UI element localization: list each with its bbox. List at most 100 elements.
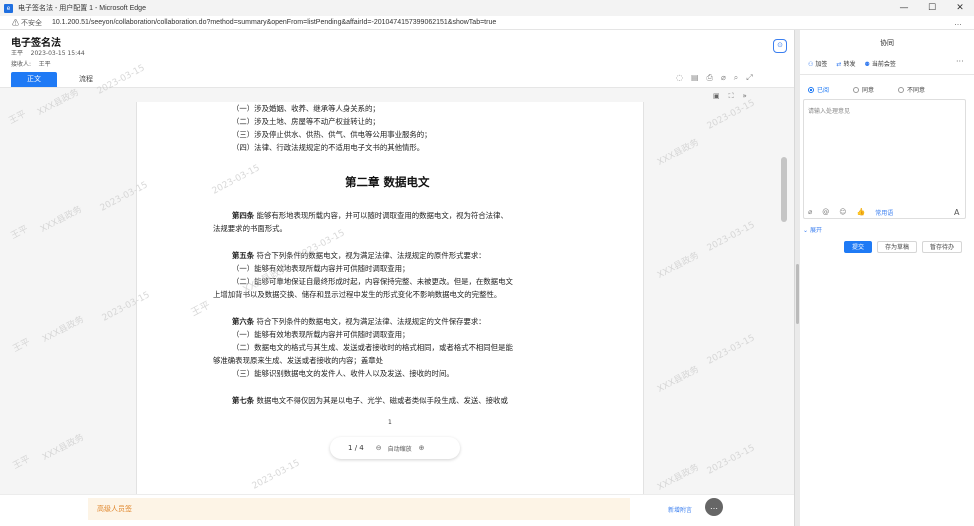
doc-line: （三）涉及停止供水、供热、供气、供电等公用事业服务的；	[232, 130, 432, 139]
countersign-button[interactable]: ⚉ 当前会签	[864, 59, 895, 68]
window-title: 电子签名法 - 用户配置 1 - Microsoft Edge	[18, 5, 146, 12]
article-head: 第七条	[232, 396, 255, 405]
action-buttons: 提交 存为草稿 暂存待办	[844, 241, 963, 253]
panel-toolbar: ⚇ 加签 ⇄ 转发 ⚉ 当前会签	[808, 59, 896, 68]
emoji-icon[interactable]: ☺	[839, 208, 846, 217]
doc-line: 法规要求的书面形式。	[213, 224, 287, 233]
file-icon[interactable]: ▤	[691, 73, 699, 83]
zoom-level[interactable]: 自动缩放	[388, 444, 412, 453]
doc-line: 能够有形地表现所载内容，并可以随时调取查用的数据电文，视为符合法律、	[256, 211, 508, 220]
chapter-heading: 第二章 数据电文	[345, 175, 430, 189]
print-icon[interactable]: ⎙	[707, 73, 713, 83]
article-head: 第六条	[232, 317, 255, 326]
not-secure-indicator[interactable]: ⚠ 不安全	[12, 18, 42, 28]
radio-read[interactable]: 已阅	[808, 85, 829, 94]
document-toolbar: ◌ ▤ ⎙ ⌀ ⌕ ⤢	[676, 73, 753, 83]
radio-dot	[898, 86, 905, 93]
forward-button[interactable]: ⇄ 转发	[836, 59, 855, 68]
hold-pending-button[interactable]: 暂存待办	[922, 241, 963, 253]
maximize-button[interactable]: ☐	[918, 0, 946, 16]
page-number: 1	[388, 419, 392, 426]
radio-dot	[853, 86, 860, 93]
panel-divider	[800, 74, 974, 75]
radio-dot	[808, 86, 814, 93]
save-draft-button[interactable]: 存为草稿	[877, 241, 918, 253]
fullscreen-icon[interactable]: ⤢	[746, 73, 752, 83]
summary-strip[interactable]: 高级人员签	[88, 498, 630, 520]
page-title: 电子签名法	[11, 38, 61, 49]
add-signer-button[interactable]: ⚇ 加签	[808, 59, 827, 68]
expand-link[interactable]: ⌄ 展开	[803, 225, 822, 234]
tab-process[interactable]: 流程	[63, 72, 109, 87]
article-head: 第五条	[232, 251, 255, 260]
collaboration-panel: 协同 ⚇ 加签 ⇄ 转发 ⚉ 当前会签 ··· 已阅 同意 不同意 请输入处理意见 ⌀…	[800, 30, 974, 526]
article-6: 第六条 符合下列条件的数据电文，视为满足法律、法规规定的文件保存要求：	[232, 316, 486, 327]
sidebar-toggle-icon[interactable]: ▣	[713, 92, 720, 101]
add-user-icon: ⚇	[808, 61, 814, 68]
splitter-handle[interactable]	[796, 264, 799, 324]
receivers-label: 接收人:	[11, 61, 32, 68]
common-phrases-link[interactable]: 常用语	[875, 208, 893, 217]
add-signer-label: 加签	[815, 61, 828, 68]
sender-info: 王平 2023-03-15 15:44	[11, 48, 85, 57]
minimize-button[interactable]: —	[890, 0, 918, 16]
opinion-toolbar: ⌀ @ ☺ 👍 常用语 A	[808, 208, 959, 217]
sender-name: 王平	[11, 50, 24, 57]
radio-agree[interactable]: 同意	[853, 85, 874, 94]
current-page[interactable]: 1	[348, 444, 352, 452]
countersign-label: 当前会签	[871, 61, 896, 68]
url-text[interactable]: 10.1.200.51/seeyon/collaboration/collabo…	[52, 19, 496, 26]
receivers-name: 王平	[38, 61, 51, 68]
doc-line: （一）能够有效地表现所载内容并可供随时调取查用；	[232, 264, 410, 273]
article-5: 第五条 符合下列条件的数据电文，视为满足法律、法规规定的原件形式要求：	[232, 250, 486, 261]
doc-line: （二）涉及土地、房屋等不动产权益转让的；	[232, 117, 380, 126]
countersign-icon: ⚉	[864, 61, 870, 68]
document-tabs: 正文 流程	[11, 72, 109, 87]
attach-icon[interactable]: ⌀	[808, 208, 812, 217]
more-tools-icon[interactable]: »	[743, 92, 747, 101]
radio-label: 不同意	[907, 87, 926, 94]
doc-line: （二）数据电文的格式与其生成、发送或者接收时的格式相同，或者格式不相同但是能	[232, 343, 513, 352]
radio-disagree[interactable]: 不同意	[898, 85, 925, 94]
panel-more-icon[interactable]: ···	[956, 57, 964, 66]
send-date: 2023-03-15 15:44	[30, 50, 85, 57]
viewer-scrollbar[interactable]	[780, 95, 788, 494]
page-navigator: 1 / 4 ⊖ 自动缩放 ⊕	[330, 437, 460, 459]
scrollbar-thumb[interactable]	[781, 157, 787, 222]
doc-line: 数据电文不得仅因为其是以电子、光学、磁或者类似手段生成、发送、接收或	[256, 396, 508, 405]
browser-titlebar: e 电子签名法 - 用户配置 1 - Microsoft Edge — ☐ ✕	[0, 0, 974, 16]
font-icon[interactable]: A	[954, 208, 959, 217]
forward-icon: ⇄	[836, 61, 842, 68]
search-icon[interactable]: ⌕	[734, 73, 738, 83]
expand-label: 展开	[809, 227, 822, 234]
receivers-info: 接收人: 王平	[11, 59, 51, 68]
comment-icon[interactable]: ◌	[676, 73, 683, 83]
document-header: 电子签名法 王平 2023-03-15 15:44 接收人: 王平 ⊙ 正文 流…	[0, 30, 794, 88]
viewer-toolbar: ▣ ⛶ »	[713, 92, 747, 101]
doc-line: 够准确表现原来生成、发送或者接收的内容；盖章处	[213, 356, 383, 365]
doc-line: 符合下列条件的数据电文，视为满足法律、法规规定的原件形式要求：	[256, 251, 486, 260]
radio-label: 已阅	[817, 87, 830, 94]
zoom-in-icon[interactable]: ⊕	[419, 444, 425, 452]
doc-line: 符合下列条件的数据电文，视为满足法律、法规规定的文件保存要求：	[256, 317, 486, 326]
article-head: 第四条	[232, 211, 255, 220]
app-icon: e	[4, 3, 13, 13]
attitude-options: 已阅 同意 不同意	[808, 85, 949, 94]
panel-title: 协同	[880, 39, 894, 47]
zoom-out-icon[interactable]: ⊖	[376, 444, 382, 452]
attachment-icon[interactable]: ⌀	[721, 73, 726, 83]
doc-line: 上增加背书以及数据交换、储存和显示过程中发生的形式变化不影响数据电文的完整性。	[213, 290, 502, 299]
close-button[interactable]: ✕	[946, 0, 974, 16]
add-attachment-link[interactable]: 新增附言	[668, 505, 692, 514]
submit-button[interactable]: 提交	[844, 241, 872, 253]
mention-icon[interactable]: @	[822, 208, 829, 217]
tab-body[interactable]: 正文	[11, 72, 57, 87]
address-bar[interactable]: ⚠ 不安全 10.1.200.51/seeyon/collaboration/c…	[0, 16, 974, 30]
robot-assistant-icon[interactable]: ⊙	[773, 39, 787, 53]
browser-menu-icon[interactable]: …	[954, 18, 962, 27]
article-7: 第七条 数据电文不得仅因为其是以电子、光学、磁或者类似手段生成、发送、接收或	[232, 395, 508, 406]
fit-page-icon[interactable]: ⛶	[729, 92, 734, 101]
chat-icon[interactable]: …	[705, 498, 723, 516]
like-icon[interactable]: 👍	[857, 208, 866, 217]
opinion-textarea[interactable]: 请输入处理意见 ⌀ @ ☺ 👍 常用语 A	[803, 99, 966, 219]
